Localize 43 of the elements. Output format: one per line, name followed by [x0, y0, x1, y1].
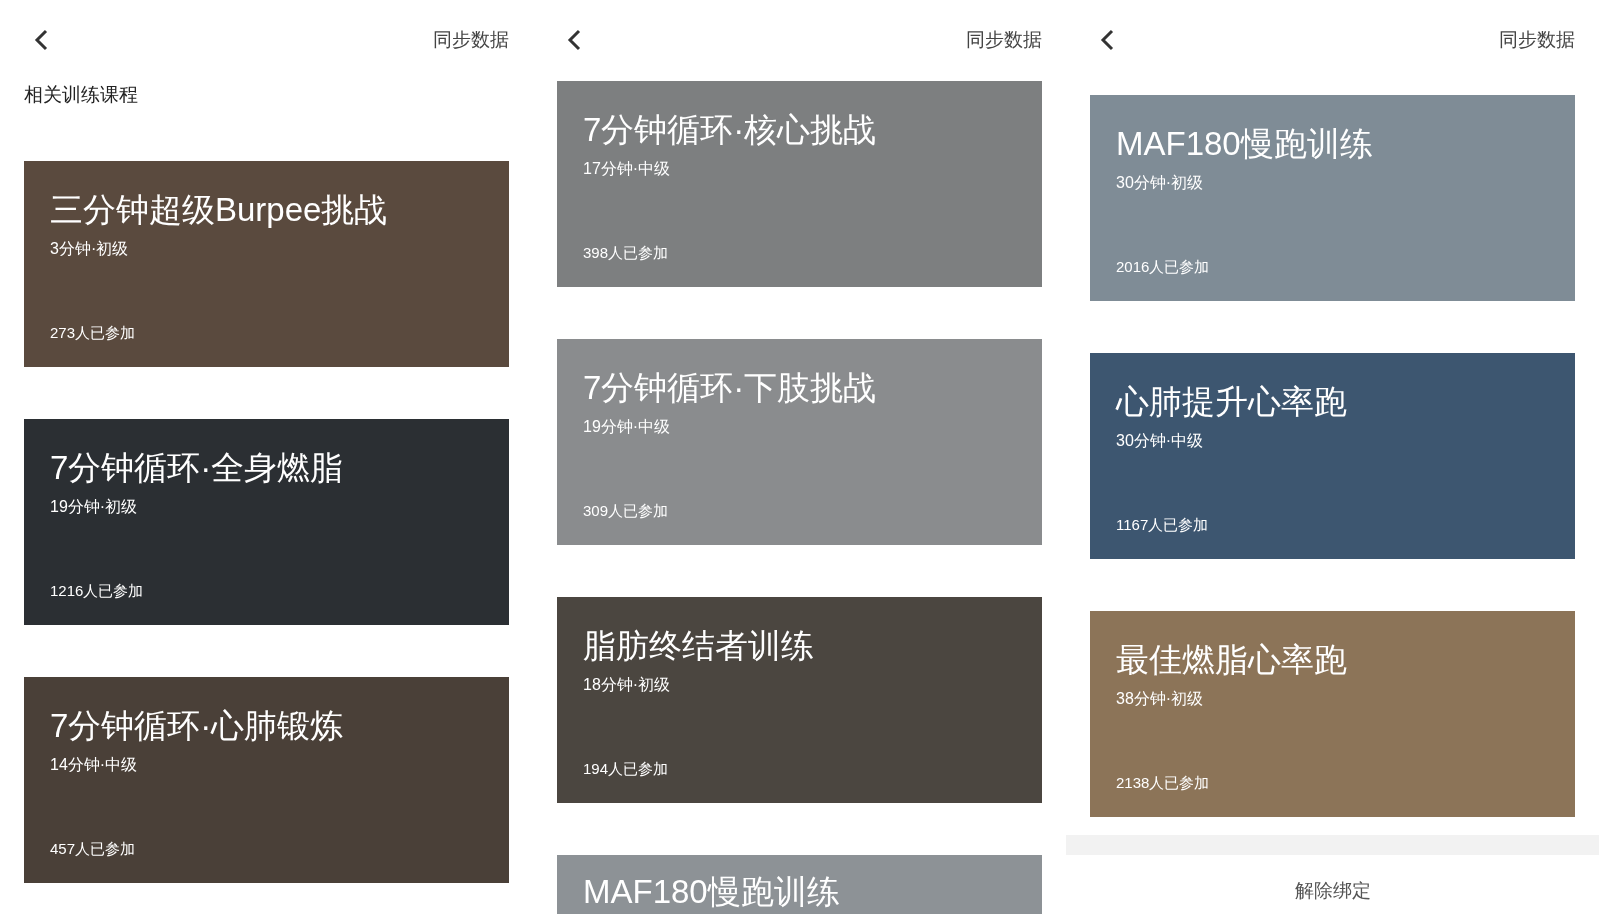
course-title: 最佳燃脂心率跑 [1116, 639, 1347, 680]
course-meta: 17分钟·中级 [583, 158, 671, 179]
course-card[interactable]: 7分钟循环·核心挑战 17分钟·中级 398人已参加 [557, 80, 1042, 287]
back-icon[interactable] [34, 29, 48, 52]
course-title: 7分钟循环·下肢挑战 [583, 367, 877, 408]
sync-data-button[interactable]: 同步数据 [1499, 26, 1575, 55]
participant-count: 457人已参加 [50, 839, 136, 859]
course-card[interactable]: 7分钟循环·全身燃脂 19分钟·初级 1216人已参加 [24, 419, 509, 625]
participant-count: 1167人已参加 [1116, 514, 1209, 535]
course-title: 7分钟循环·心肺锻炼 [50, 706, 344, 746]
course-meta: 18分钟·初级 [583, 674, 671, 695]
course-meta: 14分钟·中级 [50, 755, 138, 775]
section-title: 相关训练课程 [23, 82, 139, 107]
course-meta: 30分钟·中级 [1116, 430, 1204, 451]
participant-count: 194人已参加 [583, 758, 669, 779]
participant-count: 1216人已参加 [50, 581, 144, 601]
course-meta: 3分钟·初级 [50, 239, 129, 259]
course-title: 脂肪终结者训练 [583, 625, 814, 666]
participant-count: 2138人已参加 [1116, 772, 1210, 793]
course-meta: 19分钟·中级 [583, 416, 671, 437]
course-meta: 38分钟·初级 [1116, 688, 1204, 709]
course-meta: 19分钟·初级 [50, 497, 138, 517]
back-icon[interactable] [567, 29, 581, 52]
unbind-button[interactable]: 解除绑定 [1294, 876, 1371, 905]
sync-data-button[interactable]: 同步数据 [966, 26, 1042, 55]
course-card[interactable]: 三分钟超级Burpee挑战 3分钟·初级 273人已参加 [24, 161, 509, 367]
participant-count: 273人已参加 [50, 323, 136, 343]
course-title: 心肺提升心率跑 [1116, 381, 1347, 422]
course-title: MAF180慢跑训练 [1116, 123, 1373, 164]
course-title: 三分钟超级Burpee挑战 [50, 190, 388, 230]
participant-count: 309人已参加 [583, 500, 669, 521]
course-title: 7分钟循环·核心挑战 [583, 109, 877, 150]
course-card[interactable]: 最佳燃脂心率跑 38分钟·初级 2138人已参加 [1090, 610, 1575, 817]
course-card[interactable]: 心肺提升心率跑 30分钟·中级 1167人已参加 [1090, 352, 1575, 559]
course-title: 7分钟循环·全身燃脂 [50, 448, 344, 488]
participant-count: 398人已参加 [583, 242, 669, 263]
course-card[interactable]: 脂肪终结者训练 18分钟·初级 194人已参加 [557, 596, 1042, 803]
course-card[interactable]: 7分钟循环·心肺锻炼 14分钟·中级 457人已参加 [24, 677, 509, 883]
course-meta: 30分钟·初级 [1116, 172, 1204, 193]
course-title: MAF180慢跑训练 [583, 871, 840, 912]
participant-count: 2016人已参加 [1116, 256, 1210, 277]
back-icon[interactable] [1100, 29, 1114, 52]
sync-data-button[interactable]: 同步数据 [433, 26, 509, 55]
